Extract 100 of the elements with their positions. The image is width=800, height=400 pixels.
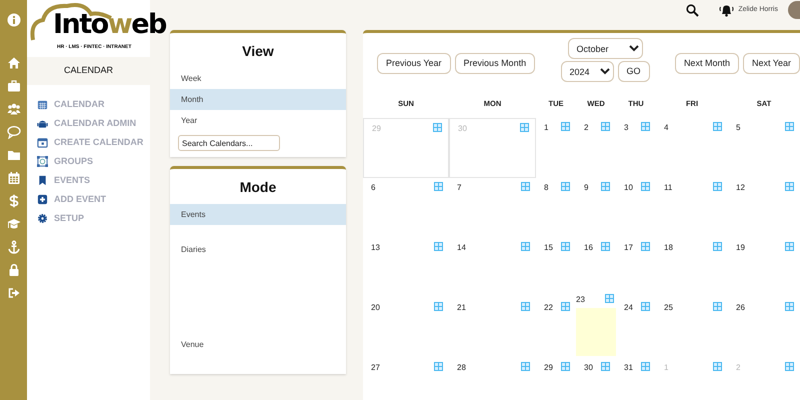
add-event-icon[interactable]	[601, 182, 610, 191]
calendar-icon[interactable]	[6, 170, 20, 184]
network-icon	[37, 156, 48, 167]
day-number: 24	[624, 302, 633, 314]
add-event-icon[interactable]	[785, 122, 794, 131]
add-event-icon[interactable]	[641, 242, 650, 251]
day-number: 22	[544, 302, 553, 314]
day-number: 3	[624, 122, 628, 134]
add-event-icon[interactable]	[601, 242, 610, 251]
add-event-icon[interactable]	[713, 242, 722, 251]
add-event-icon[interactable]	[521, 182, 530, 191]
go-button[interactable]: GO	[618, 61, 650, 82]
panel-option[interactable]: Diaries	[170, 239, 346, 260]
day-number: 14	[457, 242, 466, 254]
dollar-icon[interactable]	[6, 194, 20, 208]
day-number: 9	[584, 182, 588, 194]
add-event-icon[interactable]	[434, 302, 443, 311]
add-event-icon[interactable]	[641, 362, 650, 371]
add-event-icon[interactable]	[434, 182, 443, 191]
day-number: 26	[736, 302, 745, 314]
year-select[interactable]: 2024	[560, 61, 614, 82]
add-event-icon[interactable]	[434, 362, 443, 371]
add-event-icon[interactable]	[713, 122, 722, 131]
day-number: 23	[576, 294, 585, 306]
add-event-icon[interactable]	[433, 123, 442, 132]
day-number: 31	[624, 362, 633, 374]
notification-bell-icon[interactable]	[719, 4, 734, 16]
day-number: 25	[664, 302, 673, 314]
add-event-icon[interactable]	[785, 362, 794, 371]
add-event-icon[interactable]	[520, 123, 529, 132]
add-event-icon[interactable]	[713, 182, 722, 191]
day-number: 8	[544, 182, 548, 194]
day-number: 28	[457, 362, 466, 374]
add-event-icon[interactable]	[713, 302, 722, 311]
add-event-icon[interactable]	[521, 362, 530, 371]
add-event-icon[interactable]	[785, 242, 794, 251]
calendar-icon	[37, 137, 48, 148]
day-number: 17	[624, 242, 633, 254]
add-event-icon[interactable]	[713, 362, 722, 371]
panel-option[interactable]: Week	[170, 68, 346, 89]
sign-out-icon[interactable]	[6, 286, 20, 300]
panel-title: View	[241, 42, 275, 61]
logo-wordmark: Intoweb	[53, 11, 166, 38]
avatar[interactable]	[788, 1, 800, 19]
day-number: 2	[736, 362, 740, 374]
add-event-icon[interactable]	[561, 182, 570, 191]
bookmark-icon	[37, 175, 48, 186]
day-number: 30	[584, 362, 593, 374]
nav-button[interactable]: Previous Month	[454, 53, 536, 74]
search-field[interactable]: Search Calendars...	[178, 135, 280, 151]
day-number: 7	[457, 182, 462, 194]
day-number: 21	[457, 302, 466, 314]
panel-option[interactable]: Venue	[170, 334, 346, 355]
add-event-icon[interactable]	[601, 122, 610, 131]
calendar-icon	[37, 99, 48, 110]
panel-title: Mode	[238, 178, 278, 197]
day-number: 11	[664, 182, 672, 194]
day-number: 1	[664, 362, 668, 374]
day-number: 20	[371, 302, 380, 314]
users-icon[interactable]	[6, 102, 20, 116]
briefcase-icon[interactable]	[6, 78, 20, 92]
day-number: 16	[584, 242, 593, 254]
plus-icon	[37, 194, 48, 205]
panel-option[interactable]: Month	[170, 89, 346, 110]
home-icon[interactable]	[6, 56, 20, 70]
add-event-icon[interactable]	[521, 242, 530, 251]
add-event-icon[interactable]	[521, 302, 530, 311]
speech-bubble-icon[interactable]	[6, 124, 20, 138]
day-number: 27	[371, 362, 380, 374]
nav-button[interactable]: Next Month	[674, 53, 739, 74]
graduation-cap-icon[interactable]	[6, 216, 20, 230]
day-number: 12	[736, 182, 745, 194]
add-event-icon[interactable]	[641, 122, 650, 131]
day-number: 30	[458, 123, 467, 135]
month-select[interactable]: October	[568, 38, 642, 59]
panel-option[interactable]: Year	[170, 110, 346, 131]
day-number: 4	[664, 122, 668, 134]
add-event-icon[interactable]	[561, 122, 570, 131]
add-event-icon[interactable]	[561, 302, 570, 311]
lock-icon[interactable]	[6, 262, 20, 276]
info-icon[interactable]	[6, 12, 20, 26]
anchor-icon[interactable]	[6, 240, 20, 254]
add-event-icon[interactable]	[434, 242, 443, 251]
add-event-icon[interactable]	[605, 294, 614, 303]
add-event-icon[interactable]	[641, 302, 650, 311]
add-event-icon[interactable]	[641, 182, 650, 191]
add-event-icon[interactable]	[601, 362, 610, 371]
robot-icon	[37, 118, 48, 129]
add-event-icon[interactable]	[561, 362, 570, 371]
day-number: 19	[736, 242, 745, 254]
nav-button[interactable]: Next Year	[742, 53, 800, 74]
search-icon[interactable]	[686, 4, 700, 16]
panel-option[interactable]: Events	[170, 204, 346, 225]
nav-button[interactable]: Previous Year	[377, 53, 451, 74]
day-number: 6	[371, 182, 376, 194]
add-event-icon[interactable]	[785, 182, 794, 191]
add-event-icon[interactable]	[561, 242, 570, 251]
sidebar-title: CALENDAR	[27, 57, 150, 84]
add-event-icon[interactable]	[785, 302, 794, 311]
day-number: 13	[371, 242, 380, 254]
